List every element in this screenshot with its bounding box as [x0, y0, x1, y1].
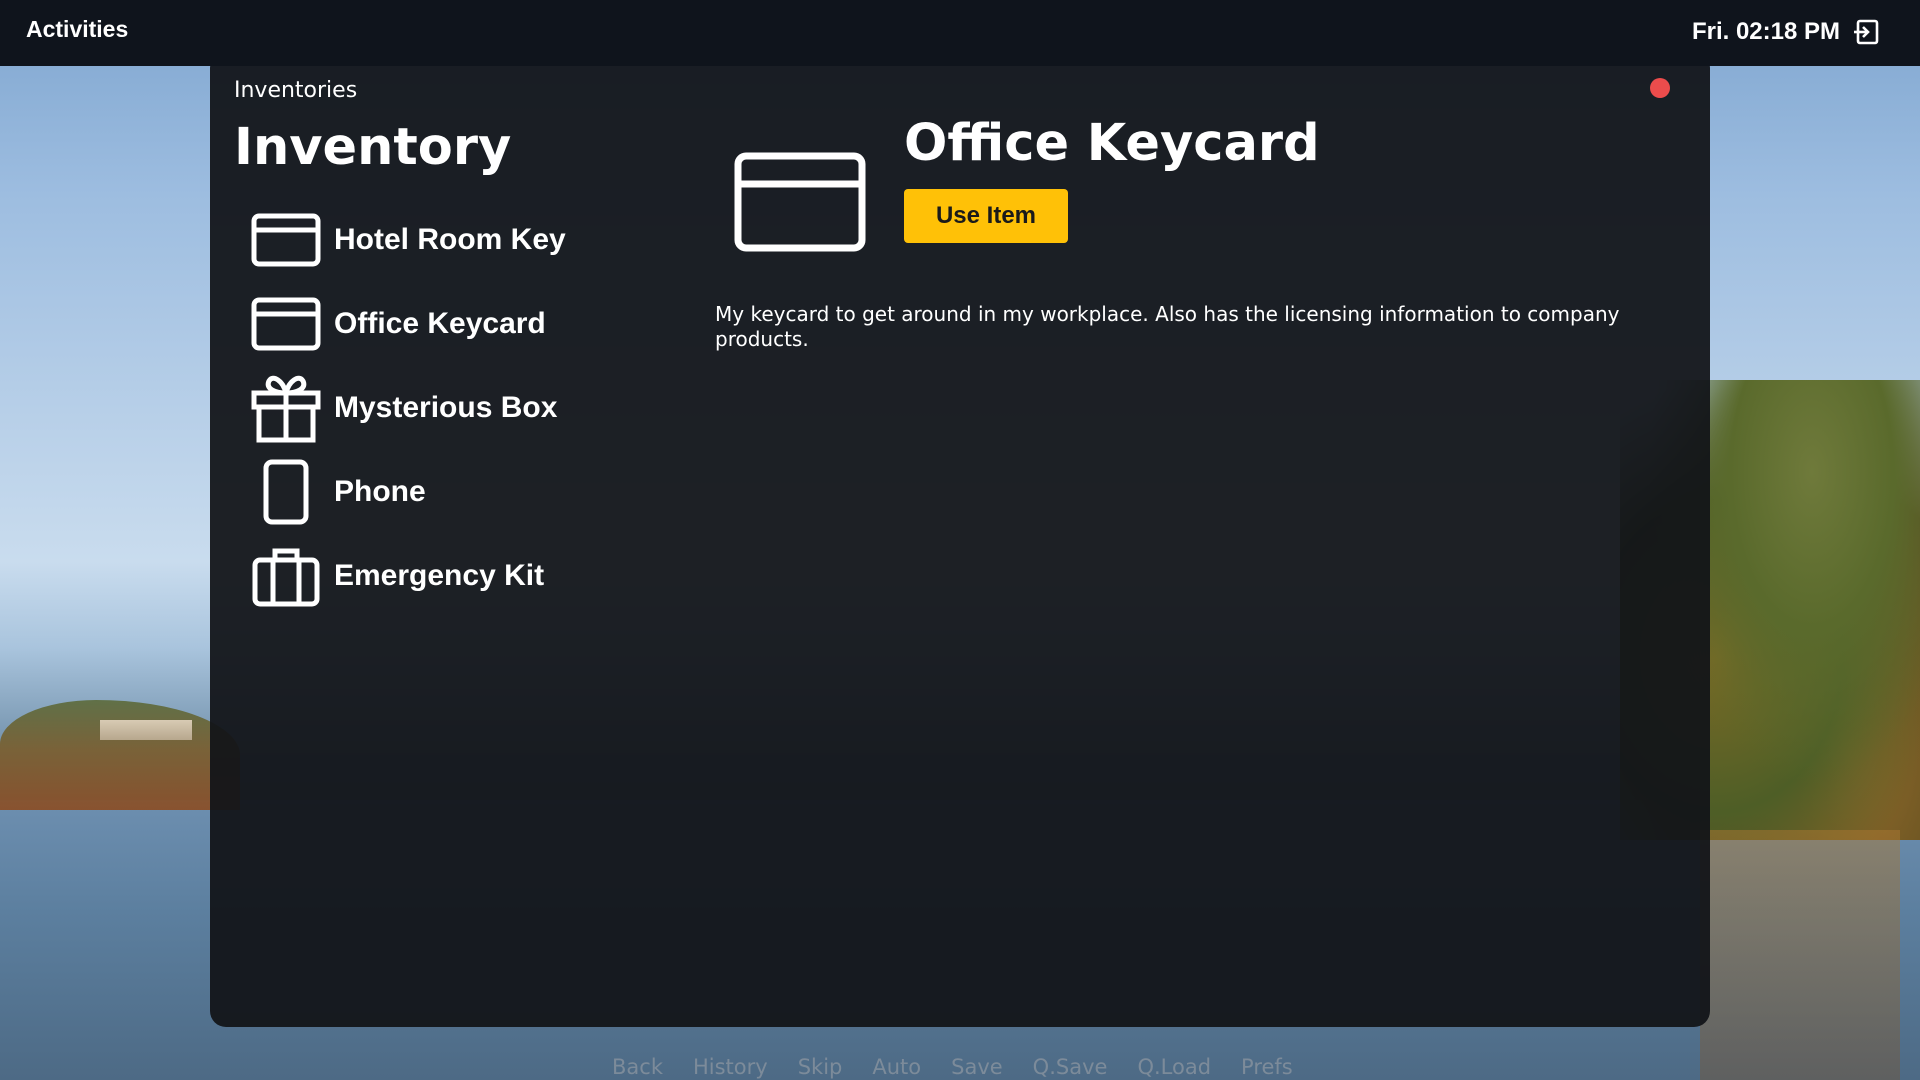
quick-menu-history[interactable]: History	[693, 1055, 768, 1080]
phone-icon	[250, 456, 322, 528]
clock[interactable]: Fri. 02:18 PM	[1692, 18, 1840, 46]
inventory-item-label: Hotel Room Key	[334, 223, 566, 256]
quick-menu-save[interactable]: Save	[951, 1055, 1003, 1080]
top-bar: Activities Fri. 02:18 PM	[0, 0, 1920, 66]
quick-menu-auto[interactable]: Auto	[872, 1055, 921, 1080]
inventory-item-mysterious-box[interactable]: Mysterious Box	[250, 366, 670, 450]
card-icon	[250, 204, 322, 276]
logout-icon[interactable]	[1852, 18, 1880, 46]
inventory-heading: Inventory	[234, 118, 512, 177]
inventory-item-label: Office Keycard	[334, 307, 546, 340]
inventory-item-label: Emergency Kit	[334, 559, 545, 592]
inventory-item-emergency-kit[interactable]: Emergency Kit	[250, 534, 670, 618]
quick-menu-skip[interactable]: Skip	[798, 1055, 843, 1080]
card-icon	[250, 288, 322, 360]
shoreline-trees	[0, 700, 240, 810]
window-title: Inventories	[234, 78, 358, 103]
close-button[interactable]	[1650, 78, 1670, 98]
inventory-item-office-keycard[interactable]: Office Keycard	[250, 282, 670, 366]
card-icon	[734, 152, 866, 252]
quick-menu-qload[interactable]: Q.Load	[1137, 1055, 1211, 1080]
use-item-button[interactable]: Use Item	[904, 189, 1068, 243]
item-title: Office Keycard	[904, 114, 1320, 173]
activities-button[interactable]: Activities	[26, 16, 128, 43]
inventory-item-hotel-room-key[interactable]: Hotel Room Key	[250, 198, 670, 282]
water-reflection	[1700, 830, 1900, 1080]
gift-icon	[250, 372, 322, 444]
briefcase-icon	[250, 540, 322, 612]
inventory-window: Inventories Inventory Hotel Room Key Off…	[210, 52, 1710, 1027]
inventory-list: Hotel Room Key Office Keycard Mysterious…	[250, 198, 670, 618]
distant-building	[100, 720, 192, 740]
quick-menu-prefs[interactable]: Prefs	[1241, 1055, 1293, 1080]
quick-menu-back[interactable]: Back	[612, 1055, 663, 1080]
quick-menu-qsave[interactable]: Q.Save	[1033, 1055, 1108, 1080]
inventory-item-phone[interactable]: Phone	[250, 450, 670, 534]
inventory-item-label: Mysterious Box	[334, 391, 558, 424]
inventory-item-label: Phone	[334, 475, 426, 508]
item-description: My keycard to get around in my workplace…	[715, 302, 1620, 351]
quick-menu: Back History Skip Auto Save Q.Save Q.Loa…	[612, 1055, 1293, 1080]
